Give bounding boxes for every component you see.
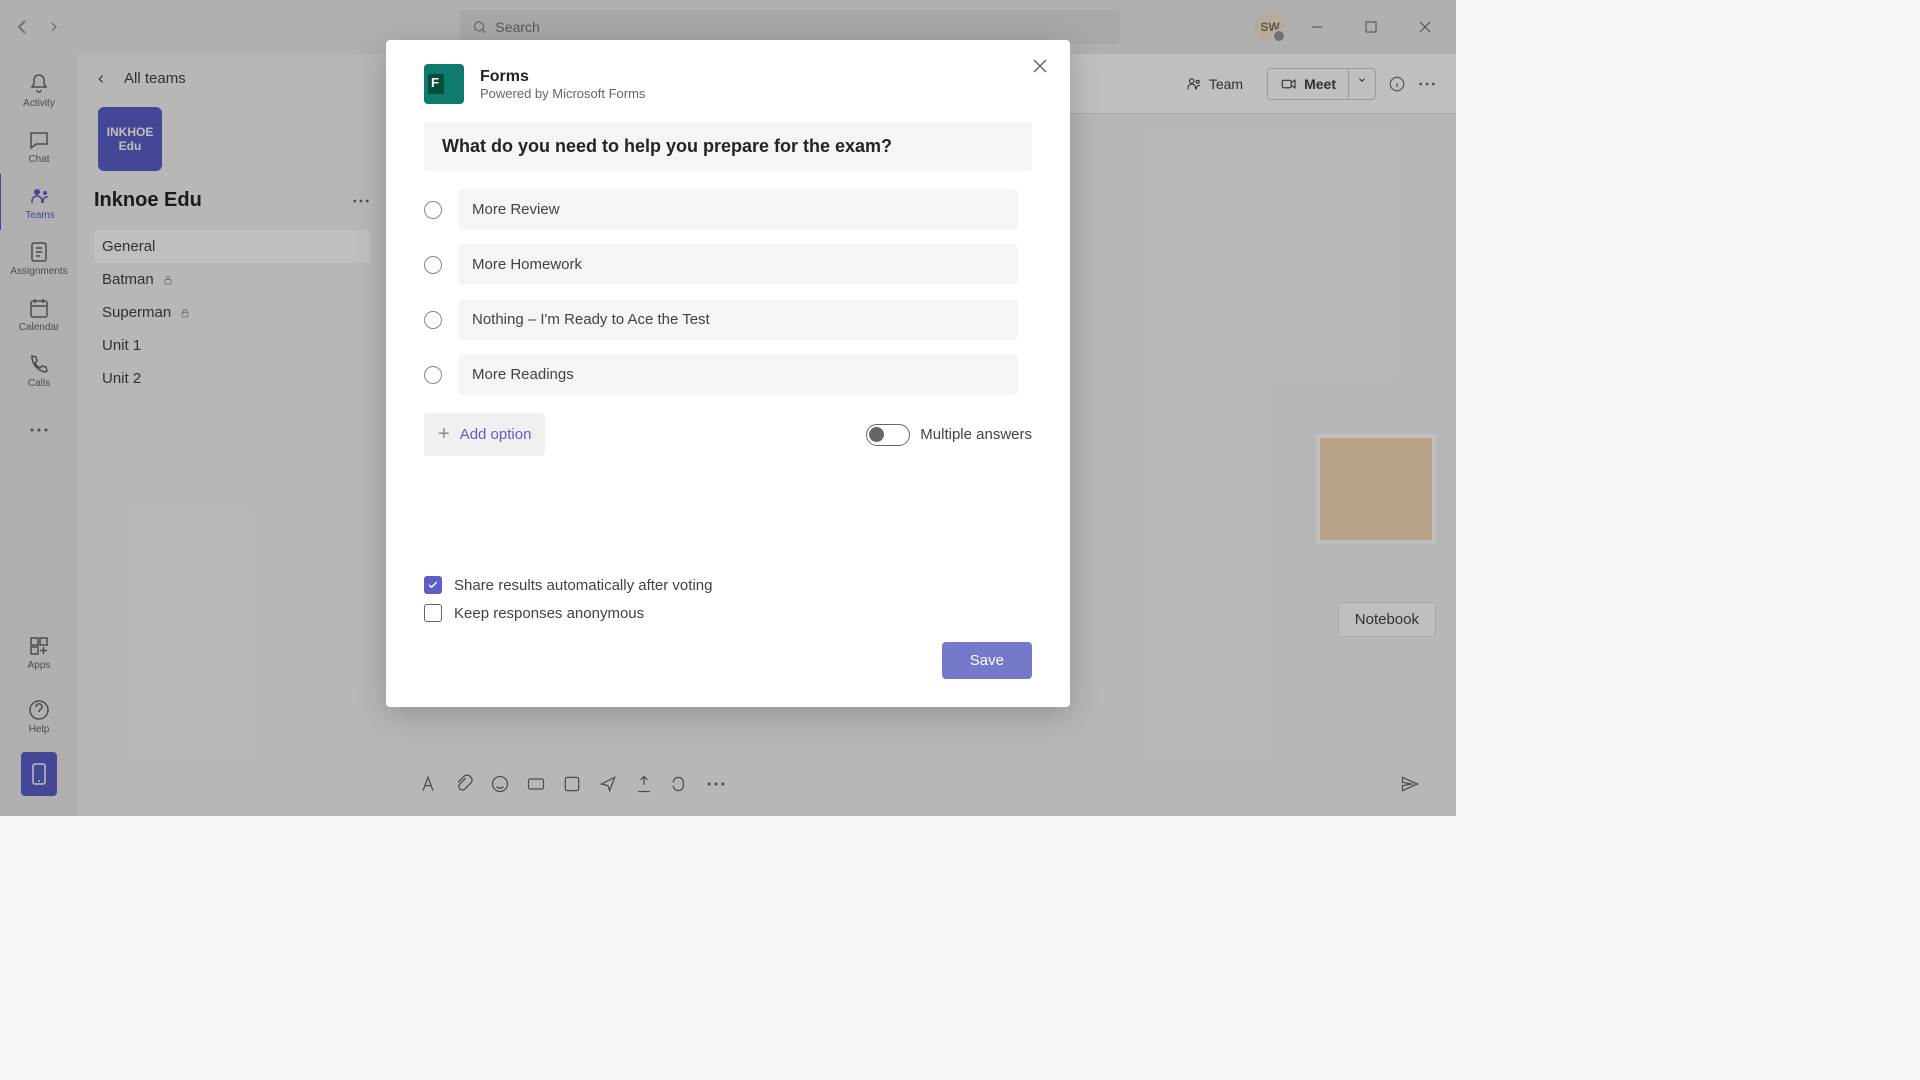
forms-logo (424, 64, 464, 104)
forms-poll-modal: Forms Powered by Microsoft Forms What do… (386, 40, 1070, 707)
multiple-answers-label: Multiple answers (920, 426, 1032, 443)
option-input[interactable]: Nothing – I'm Ready to Ace the Test (458, 299, 1018, 340)
poll-option-row: More Review (424, 189, 1032, 230)
check-icon (427, 579, 439, 591)
modal-overlay: Forms Powered by Microsoft Forms What do… (0, 0, 1456, 816)
save-button[interactable]: Save (942, 642, 1032, 679)
radio-icon (424, 201, 442, 219)
multiple-answers-toggle[interactable] (866, 424, 910, 446)
add-option-label: Add option (460, 426, 532, 443)
option-input[interactable]: More Review (458, 189, 1018, 230)
modal-subtitle: Powered by Microsoft Forms (480, 86, 645, 101)
close-icon (1032, 58, 1048, 74)
radio-icon (424, 256, 442, 274)
share-results-label: Share results automatically after voting (454, 577, 712, 594)
poll-option-row: Nothing – I'm Ready to Ace the Test (424, 299, 1032, 340)
anonymous-checkbox[interactable] (424, 604, 442, 622)
poll-option-row: More Readings (424, 354, 1032, 395)
modal-title: Forms (480, 68, 645, 86)
poll-options: More Review More Homework Nothing – I'm … (424, 189, 1032, 395)
poll-question-input[interactable]: What do you need to help you prepare for… (424, 122, 1032, 171)
option-input[interactable]: More Homework (458, 244, 1018, 285)
poll-option-row: More Homework (424, 244, 1032, 285)
radio-icon (424, 311, 442, 329)
plus-icon: + (438, 423, 450, 446)
share-results-checkbox[interactable] (424, 576, 442, 594)
add-option-button[interactable]: + Add option (424, 413, 545, 456)
option-input[interactable]: More Readings (458, 354, 1018, 395)
radio-icon (424, 366, 442, 384)
anonymous-label: Keep responses anonymous (454, 605, 644, 622)
close-modal-button[interactable] (1032, 58, 1048, 74)
